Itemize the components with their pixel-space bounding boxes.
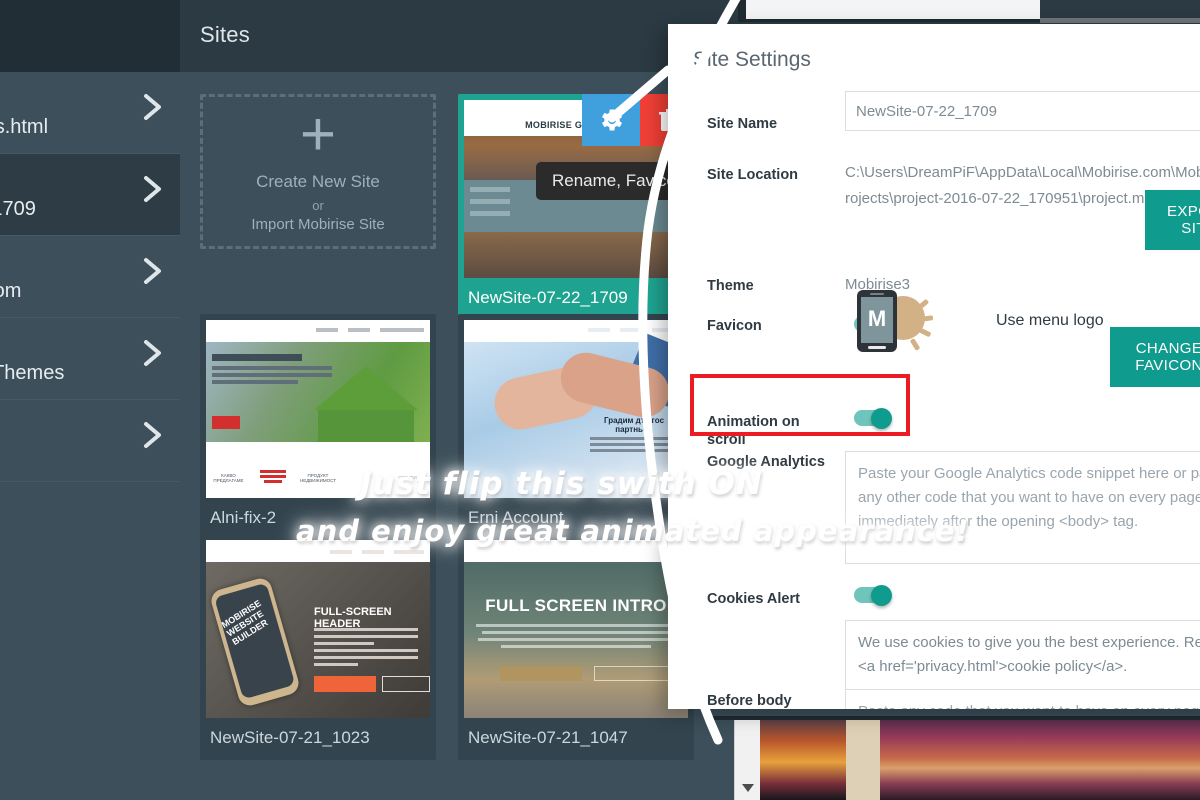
sidebar-item-label: s & Themes bbox=[0, 362, 65, 384]
site-settings-dialog: Site Settings Site Name Site Location C:… bbox=[668, 24, 1200, 709]
dialog-title: Site Settings bbox=[693, 48, 811, 71]
site-location-line1: C:\Users\DreamPiF\AppData\Local\Mobirise… bbox=[845, 164, 1200, 181]
scroll-down-arrow-icon[interactable] bbox=[742, 784, 754, 792]
sidebar-item-label: icons.html bbox=[0, 116, 49, 138]
cookies-alert-toggle[interactable] bbox=[854, 585, 894, 606]
chevron-right-icon bbox=[140, 90, 166, 124]
chevron-right-icon bbox=[140, 418, 166, 452]
site-card-alni-fix-2[interactable]: КАКВО ПРЕДЛАГАМЕ ПРОДУКТ НЕДВИЖИМОСТ ОТЗ… bbox=[200, 314, 436, 540]
create-new-site-card[interactable]: + Create New Site or Import Mobirise Sit… bbox=[200, 94, 436, 249]
sidebar: icons.html 22_1709 ail.com s & Themes bbox=[0, 72, 180, 800]
thumb-heading: FULL SCREEN INTRO bbox=[485, 596, 667, 615]
sidebar-item-3[interactable]: s & Themes bbox=[0, 318, 180, 400]
before-body-label-line1: Before body bbox=[707, 693, 792, 709]
theme-label: Theme bbox=[707, 278, 754, 294]
mobirise-favicon-icon: M bbox=[855, 290, 934, 358]
site-name-label: Site Name bbox=[707, 116, 778, 132]
cookies-alert-label: Cookies Alert bbox=[707, 591, 800, 607]
use-menu-logo-label: Use menu logo bbox=[996, 312, 1104, 329]
site-card-newsite-07-21-1023[interactable]: MOBIRISE WEBSITE BUILDER FULL-SCREEN HEADE… bbox=[200, 534, 436, 760]
plus-icon: + bbox=[299, 100, 337, 170]
sidebar-item-label: 22_1709 bbox=[0, 198, 36, 220]
annotation-line-1: Just flip this swith ON bbox=[360, 466, 763, 502]
page-title: Sites bbox=[200, 22, 250, 47]
before-body-textarea[interactable]: Paste any code that you want to have on … bbox=[845, 689, 1200, 709]
window-topbar-light bbox=[746, 0, 1040, 19]
chevron-right-icon bbox=[140, 336, 166, 370]
create-or-label: or bbox=[312, 197, 324, 213]
sidebar-item-4[interactable] bbox=[0, 400, 180, 482]
background-window-strip bbox=[710, 716, 1200, 800]
cookies-alert-textarea[interactable]: We use cookies to give you the best expe… bbox=[845, 620, 1200, 690]
sidebar-item-label: ail.com bbox=[0, 280, 22, 302]
sunset-thumbnail bbox=[760, 716, 846, 800]
import-mobirise-site-label: Import Mobirise Site bbox=[251, 215, 385, 233]
site-card-newsite-07-21-1047[interactable]: FULL SCREEN INTRO NewSite-07-21_1047 bbox=[458, 534, 694, 760]
favicon-label: Favicon bbox=[707, 318, 762, 334]
site-card-name: NewSite-07-21_1023 bbox=[210, 728, 370, 747]
site-name-input[interactable] bbox=[845, 91, 1200, 131]
gear-icon[interactable] bbox=[582, 94, 640, 146]
sidebar-item-0[interactable]: icons.html bbox=[0, 72, 180, 154]
create-new-site-label: Create New Site bbox=[256, 171, 380, 191]
site-thumbnail: FULL SCREEN INTRO bbox=[464, 540, 688, 718]
animation-on-scroll-highlight bbox=[690, 374, 910, 436]
change-favicon-button[interactable]: CHANGE FAVICON bbox=[1110, 327, 1200, 387]
site-card-newsite-07-22-1709[interactable]: MOBIRISE GIVES YOU NewSite-07-22_1709 Re… bbox=[458, 94, 694, 320]
window-topbar-gray bbox=[1040, 18, 1200, 23]
site-card-erni-account[interactable]: Градим дългос партньор Erni Account bbox=[458, 314, 694, 540]
chevron-right-icon bbox=[140, 254, 166, 288]
annotation-line-2: and enjoy great animated appearance! bbox=[296, 514, 970, 548]
sidebar-item-1[interactable]: 22_1709 bbox=[0, 154, 180, 236]
vertical-scrollbar[interactable] bbox=[734, 716, 760, 800]
site-thumbnail: MOBIRISE WEBSITE BUILDER FULL-SCREEN HEADE… bbox=[206, 540, 430, 718]
sunset-image bbox=[880, 716, 1200, 800]
sidebar-item-2[interactable]: ail.com bbox=[0, 236, 180, 318]
site-location-label: Site Location bbox=[707, 167, 799, 183]
chevron-right-icon bbox=[140, 172, 166, 206]
site-card-name: NewSite-07-21_1047 bbox=[468, 728, 628, 747]
sidebar-header bbox=[0, 0, 180, 72]
export-site-button[interactable]: EXPORT SITE bbox=[1145, 190, 1200, 250]
